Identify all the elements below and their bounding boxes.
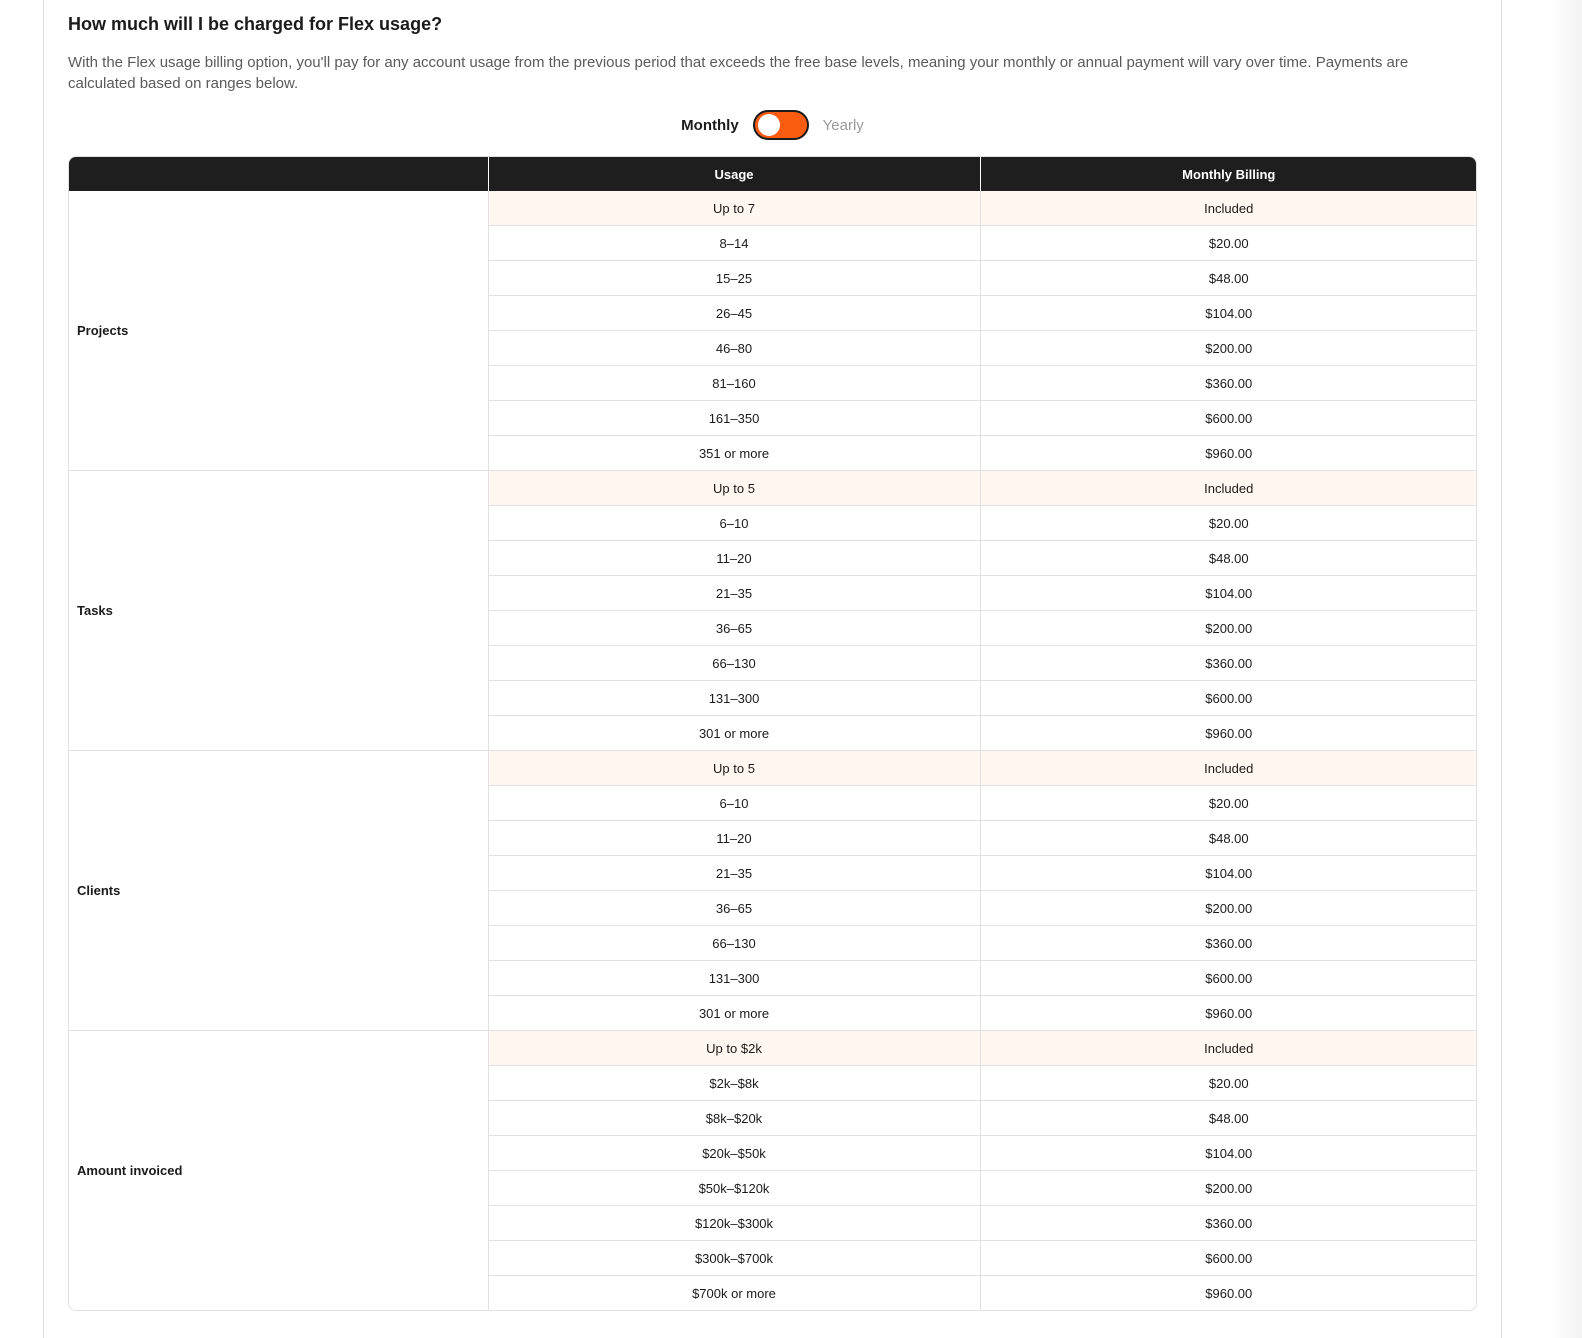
- billing-period-switch[interactable]: [752, 110, 809, 140]
- usage-cell: $300k–$700k: [488, 1240, 981, 1276]
- usage-cell: 301 or more: [488, 995, 981, 1031]
- category-cell: Projects: [69, 191, 489, 471]
- billing-cell: $200.00: [980, 330, 1476, 366]
- usage-cell: 11–20: [488, 540, 981, 576]
- billing-cell: $600.00: [980, 960, 1476, 996]
- usage-cell: $20k–$50k: [488, 1135, 981, 1171]
- table-row: Clients Up to 5 Included: [69, 750, 1476, 1031]
- usage-cell: 301 or more: [488, 715, 981, 751]
- usage-cell: 81–160: [488, 365, 981, 401]
- billing-cell: $104.00: [980, 575, 1476, 611]
- usage-cell: $120k–$300k: [488, 1205, 981, 1241]
- billing-cell: Included: [980, 191, 1476, 226]
- yearly-label[interactable]: Yearly: [823, 117, 864, 134]
- header-monthly-billing: Monthly Billing: [980, 157, 1476, 191]
- header-category: [69, 157, 489, 191]
- usage-cell: Up to 5: [488, 750, 981, 786]
- table-row: Projects Up to 7 Included: [69, 191, 1476, 471]
- panel-left-border: [43, 0, 44, 1338]
- usage-cell: Up to 5: [488, 470, 981, 506]
- usage-cell: 66–130: [488, 925, 981, 961]
- usage-cell: 26–45: [488, 295, 981, 331]
- billing-cell: $200.00: [980, 610, 1476, 646]
- usage-cell: 161–350: [488, 400, 981, 436]
- billing-cell: $600.00: [980, 400, 1476, 436]
- usage-cell: $2k–$8k: [488, 1065, 981, 1101]
- billing-cell: $20.00: [980, 1065, 1476, 1101]
- usage-cell: 6–10: [488, 785, 981, 821]
- billing-cell: $600.00: [980, 680, 1476, 716]
- billing-cell: $960.00: [980, 995, 1476, 1031]
- billing-cell: $48.00: [980, 260, 1476, 296]
- switch-knob: [757, 114, 780, 136]
- billing-cell: $104.00: [980, 1135, 1476, 1171]
- page-side-shadow: [1502, 0, 1582, 1338]
- billing-cell: $20.00: [980, 505, 1476, 541]
- category-cell: Tasks: [69, 470, 489, 751]
- usage-cell: 11–20: [488, 820, 981, 856]
- table-row: Tasks Up to 5 Included: [69, 470, 1476, 751]
- billing-cell: Included: [980, 470, 1476, 506]
- billing-cell: $20.00: [980, 785, 1476, 821]
- billing-cell: $48.00: [980, 1100, 1476, 1136]
- usage-cell: $50k–$120k: [488, 1170, 981, 1206]
- usage-cell: Up to 7: [488, 191, 981, 226]
- usage-cell: 21–35: [488, 575, 981, 611]
- billing-cell: $20.00: [980, 225, 1476, 261]
- billing-cell: $200.00: [980, 1170, 1476, 1206]
- monthly-label[interactable]: Monthly: [681, 117, 739, 134]
- billing-cell: Included: [980, 1030, 1476, 1066]
- usage-cell: 21–35: [488, 855, 981, 891]
- billing-cell: $360.00: [980, 645, 1476, 681]
- billing-cell: $960.00: [980, 715, 1476, 751]
- billing-period-toggle: Monthly Yearly: [68, 108, 1477, 142]
- table-header-row: Usage Monthly Billing: [69, 157, 1476, 191]
- usage-cell: 351 or more: [488, 435, 981, 471]
- usage-cell: 66–130: [488, 645, 981, 681]
- usage-cell: 131–300: [488, 960, 981, 996]
- billing-cell: $960.00: [980, 1275, 1476, 1310]
- billing-cell: $104.00: [980, 855, 1476, 891]
- billing-cell: $360.00: [980, 365, 1476, 401]
- table-row: Amount invoiced Up to $2k Included: [69, 1030, 1476, 1310]
- usage-cell: 46–80: [488, 330, 981, 366]
- usage-cell: 8–14: [488, 225, 981, 261]
- usage-cell: 36–65: [488, 890, 981, 926]
- faq-answer-text: With the Flex usage billing option, you'…: [68, 54, 1409, 92]
- billing-cell: $200.00: [980, 890, 1476, 926]
- faq-question-title: How much will I be charged for Flex usag…: [68, 14, 443, 34]
- usage-cell: $8k–$20k: [488, 1100, 981, 1136]
- billing-cell: $360.00: [980, 1205, 1476, 1241]
- flex-pricing-table: Usage Monthly Billing Projects Up to 7 Inc…: [68, 156, 1477, 1311]
- header-usage: Usage: [488, 157, 981, 191]
- usage-cell: Up to $2k: [488, 1030, 981, 1066]
- billing-cell: $360.00: [980, 925, 1476, 961]
- billing-cell: $104.00: [980, 295, 1476, 331]
- billing-cell: $960.00: [980, 435, 1476, 471]
- billing-cell: $600.00: [980, 1240, 1476, 1276]
- pricing-table-body: Projects Up to 7 Included 8–14 $20.00 15–25 $4…: [69, 191, 1476, 1310]
- usage-cell: 131–300: [488, 680, 981, 716]
- usage-cell: 6–10: [488, 505, 981, 541]
- billing-cell: Included: [980, 750, 1476, 786]
- billing-cell: $48.00: [980, 820, 1476, 856]
- billing-cell: $48.00: [980, 540, 1476, 576]
- category-cell: Clients: [69, 750, 489, 1031]
- category-cell: Amount invoiced: [69, 1030, 489, 1310]
- usage-cell: 15–25: [488, 260, 981, 296]
- usage-cell: $700k or more: [488, 1275, 981, 1310]
- usage-cell: 36–65: [488, 610, 981, 646]
